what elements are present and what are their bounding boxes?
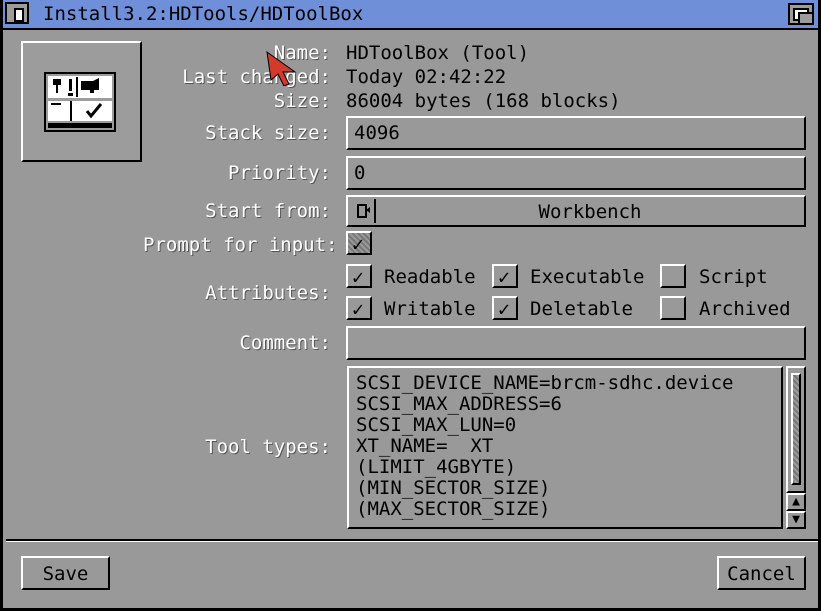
name-value: HDToolBox (Tool) bbox=[346, 42, 530, 64]
start-from-value: Workbench bbox=[538, 201, 642, 223]
list-item[interactable]: XT_NAME= XT bbox=[356, 436, 734, 457]
list-item[interactable]: SCSI_MAX_ADDRESS=6 bbox=[356, 394, 734, 415]
information-window: Install3.2:HDTools/HDToolBox Name: HDToo… bbox=[0, 0, 821, 611]
archived-label: Archived bbox=[699, 298, 791, 320]
attributes-label: Attributes: bbox=[205, 282, 331, 304]
readable-checkbox[interactable]: ✓ bbox=[346, 264, 372, 288]
checkmark-icon: ✓ bbox=[498, 265, 511, 289]
list-item[interactable]: (MAX_SECTOR_SIZE) bbox=[356, 499, 734, 520]
arrow-up-icon[interactable]: ▲ bbox=[786, 493, 806, 511]
cycle-icon bbox=[357, 204, 370, 218]
size-label: Size: bbox=[273, 90, 331, 112]
save-label: Save bbox=[42, 563, 89, 585]
name-label: Name: bbox=[273, 42, 331, 64]
tool-types-list[interactable]: SCSI_DEVICE_NAME=brcm-sdhc.device SCSI_M… bbox=[347, 366, 783, 529]
window-title: Install3.2:HDTools/HDToolBox bbox=[43, 3, 364, 25]
readable-label: Readable bbox=[384, 266, 476, 288]
comment-label: Comment: bbox=[239, 332, 331, 354]
save-button[interactable]: Save bbox=[21, 556, 110, 590]
list-item[interactable]: (LIMIT_4GBYTE) bbox=[356, 457, 734, 478]
executable-checkbox[interactable]: ✓ bbox=[492, 264, 518, 288]
mouse-pointer-icon bbox=[266, 50, 297, 86]
scrollbar-knob[interactable] bbox=[791, 373, 801, 485]
tool-types-label: Tool types: bbox=[205, 436, 331, 458]
checkmark-icon: ✓ bbox=[352, 297, 365, 321]
archived-checkbox[interactable] bbox=[660, 296, 686, 320]
depth-gadget-icon[interactable] bbox=[788, 3, 814, 25]
arrow-down-icon[interactable]: ▼ bbox=[786, 511, 806, 529]
close-gadget-icon[interactable] bbox=[5, 2, 29, 24]
writable-checkbox[interactable]: ✓ bbox=[346, 296, 372, 320]
priority-field[interactable]: 0 bbox=[346, 156, 806, 190]
executable-label: Executable bbox=[530, 266, 645, 288]
prompt-for-input-label: Prompt for input: bbox=[143, 234, 338, 256]
script-label: Script bbox=[699, 266, 768, 288]
cancel-button[interactable]: Cancel bbox=[717, 556, 806, 590]
title-bar[interactable]: Install3.2:HDTools/HDToolBox bbox=[3, 0, 818, 30]
size-value: 86004 bytes (168 blocks) bbox=[346, 90, 621, 112]
divider bbox=[6, 539, 818, 542]
priority-label: Priority: bbox=[228, 162, 331, 184]
checkmark-icon: ✓ bbox=[352, 265, 365, 289]
last-changed-value: Today 02:42:22 bbox=[346, 66, 507, 88]
priority-value: 0 bbox=[354, 162, 366, 184]
checkmark-icon: ✓ bbox=[352, 232, 365, 256]
checkmark-icon: ✓ bbox=[498, 297, 511, 321]
deletable-label: Deletable bbox=[530, 298, 633, 320]
tool-icon-frame bbox=[21, 41, 142, 162]
script-checkbox[interactable] bbox=[660, 264, 686, 288]
stack-size-value: 4096 bbox=[354, 122, 400, 144]
writable-label: Writable bbox=[384, 298, 476, 320]
stack-size-label: Stack size: bbox=[205, 122, 331, 144]
tool-types-scrollbar[interactable] bbox=[786, 366, 806, 493]
list-item[interactable]: SCSI_DEVICE_NAME=brcm-sdhc.device bbox=[356, 373, 734, 394]
start-from-cycle-button[interactable]: Workbench bbox=[346, 195, 806, 227]
stack-size-field[interactable]: 4096 bbox=[346, 116, 806, 150]
list-item[interactable]: SCSI_MAX_LUN=0 bbox=[356, 415, 734, 436]
cancel-label: Cancel bbox=[727, 563, 796, 585]
prompt-for-input-checkbox[interactable]: ✓ bbox=[346, 231, 372, 255]
last-changed-label: Last changed: bbox=[182, 66, 331, 88]
list-item[interactable]: (MIN_SECTOR_SIZE) bbox=[356, 478, 734, 499]
hdtoolbox-tool-icon[interactable] bbox=[43, 71, 119, 135]
start-from-label: Start from: bbox=[205, 200, 331, 222]
deletable-checkbox[interactable]: ✓ bbox=[492, 296, 518, 320]
comment-field[interactable] bbox=[346, 326, 806, 360]
